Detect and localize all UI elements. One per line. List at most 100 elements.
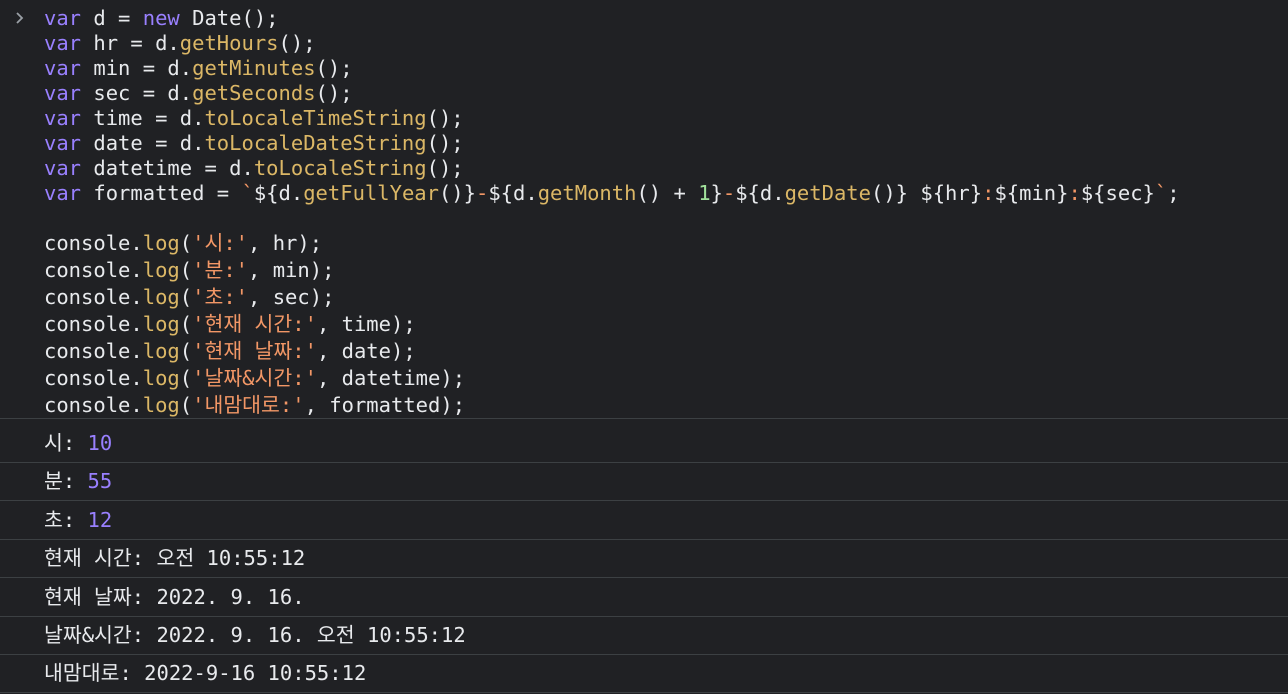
code-token: log <box>142 339 180 363</box>
code-line: console.log('날짜&시간:', datetime); <box>44 366 465 391</box>
code-token: '시:' <box>192 231 249 255</box>
code-token: , min); <box>248 258 335 282</box>
code-line: console.log('분:', min); <box>44 258 334 283</box>
code-token: console. <box>44 312 143 336</box>
code-token: 1 <box>698 181 711 205</box>
devtools-console: var d = new Date(); var hr = d.getHours()… <box>0 0 1288 694</box>
console-output-row: 시: 10 <box>0 425 1288 463</box>
output-label: 초: <box>44 507 76 532</box>
code-token: console. <box>44 285 143 309</box>
code-token: console. <box>44 258 143 282</box>
code-token: , date); <box>316 339 416 363</box>
code-token: time = d. <box>81 106 205 130</box>
output-label: 시: <box>44 431 76 455</box>
code-token: ( <box>179 285 193 309</box>
code-line: console.log('내맘대로:', formatted); <box>44 393 465 418</box>
code-token: Date(); <box>179 6 279 30</box>
output-label: 날짜&시간: <box>44 623 145 647</box>
console-output-row: 현재 날짜: 2022. 9. 16. <box>0 579 1288 617</box>
code-token: '초:' <box>192 285 249 309</box>
output-label: 현재 시간: <box>44 546 145 571</box>
code-token: : <box>1068 181 1081 205</box>
code-token: ${sec} <box>1080 181 1155 205</box>
code-token: , hr); <box>248 231 323 255</box>
code-token: var <box>44 31 82 55</box>
code-token: ( <box>179 366 193 390</box>
code-token: ${d. <box>253 181 304 205</box>
code-line: console.log('현재 날짜:', date); <box>44 339 416 364</box>
code-token: getFullYear <box>303 181 439 205</box>
code-line: console.log('시:', hr); <box>44 231 322 256</box>
code-line: var d = new Date(); <box>44 6 279 31</box>
code-line: console.log('현재 시간:', time); <box>44 312 416 337</box>
code-token: log <box>142 231 180 255</box>
output-label: 현재 날짜: <box>44 584 145 609</box>
code-token: '날짜&시간:' <box>192 366 317 390</box>
code-token: ` <box>1154 181 1168 205</box>
code-token: var <box>44 56 82 80</box>
code-token: , sec); <box>248 285 335 309</box>
code-token: log <box>142 366 180 390</box>
code-token: log <box>142 258 180 282</box>
code-token: (); <box>278 31 316 55</box>
code-token: getHours <box>179 31 279 55</box>
code-token: getMonth <box>537 181 637 205</box>
code-token: (); <box>315 81 353 105</box>
code-token: sec = d. <box>81 81 193 105</box>
code-token: var <box>44 106 82 130</box>
code-token: , datetime); <box>316 366 466 390</box>
code-token: date = d. <box>81 131 205 155</box>
console-output-row: 분: 55 <box>0 463 1288 502</box>
code-token: formatted = <box>81 181 242 205</box>
code-token: (); <box>426 156 464 180</box>
code-token: , time); <box>316 312 416 336</box>
code-token: datetime = d. <box>81 156 254 180</box>
code-line: var time = d.toLocaleTimeString(); <box>44 106 464 131</box>
code-token: getSeconds <box>192 81 316 105</box>
code-token: ` <box>241 181 254 205</box>
code-token: getDate <box>784 181 871 205</box>
code-token: - <box>476 181 489 205</box>
code-token: new <box>142 6 180 30</box>
console-output-row: 초: 12 <box>0 502 1288 540</box>
code-token: - <box>722 181 736 205</box>
code-token: var <box>44 181 82 205</box>
code-token: '현재 날짜:' <box>192 339 317 363</box>
code-token: toLocaleString <box>253 156 427 180</box>
output-value: 12 <box>87 507 113 532</box>
code-token: ( <box>179 339 193 363</box>
output-value: 2022. 9. 16. <box>156 584 305 609</box>
code-token: (); <box>426 131 464 155</box>
code-line: var date = d.toLocaleDateString(); <box>44 131 464 156</box>
code-token: ( <box>179 258 193 282</box>
code-token: ${hr} <box>920 181 983 205</box>
console-input-block[interactable]: var d = new Date(); var hr = d.getHours()… <box>0 0 1288 419</box>
output-value: 10 <box>87 431 113 455</box>
code-token: var <box>44 131 82 155</box>
code-token: ()} <box>438 181 476 205</box>
code-token: var <box>44 6 82 30</box>
chevron-right-icon <box>12 10 28 26</box>
code-line: var hr = d.getHours(); <box>44 31 316 56</box>
code-token: () + <box>636 181 699 205</box>
code-token: toLocaleDateString <box>204 131 427 155</box>
code-token: getMinutes <box>192 56 316 80</box>
code-token: '분:' <box>192 258 249 282</box>
code-token: console. <box>44 393 143 417</box>
code-token: } <box>710 181 723 205</box>
output-label: 내맘대로: <box>44 661 132 686</box>
code-token: ( <box>179 312 193 336</box>
code-token: : <box>982 181 995 205</box>
code-token: '현재 시간:' <box>192 312 317 336</box>
code-token: console. <box>44 339 143 363</box>
code-token: (); <box>315 56 353 80</box>
console-output-row: 내맘대로: 2022-9-16 10:55:12 <box>0 655 1288 694</box>
code-token: ( <box>179 393 193 417</box>
code-token: min = d. <box>81 56 193 80</box>
code-token: console. <box>44 366 143 390</box>
code-token: ()} <box>871 181 909 205</box>
code-line: var formatted = `${d.getFullYear()}-${d.… <box>44 181 1180 206</box>
code-token: ; <box>1167 181 1180 205</box>
code-line: var sec = d.getSeconds(); <box>44 81 353 106</box>
